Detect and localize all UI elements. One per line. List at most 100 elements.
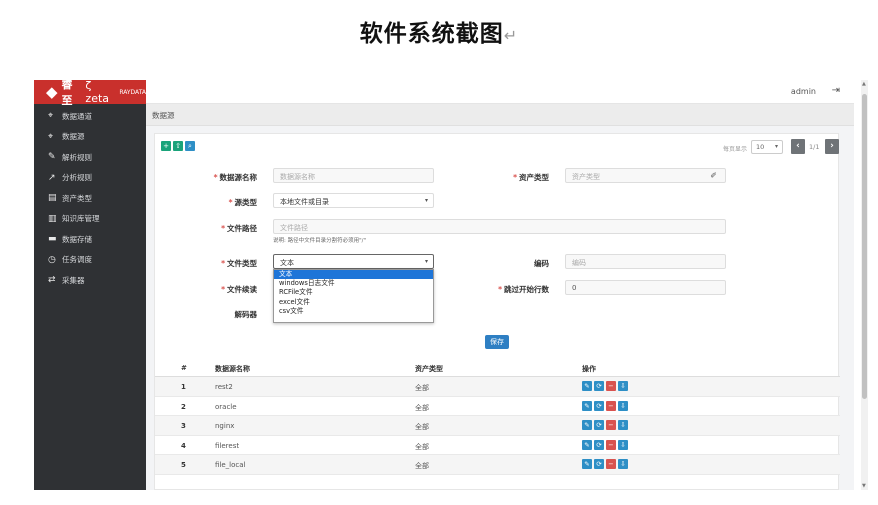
table-row: 4 filerest 全部 ✎ ⟳ − ⇩ [155,436,840,455]
dropdown-option-windows-log[interactable]: windows日志文件 [274,279,433,288]
delete-icon[interactable]: − [606,459,616,469]
row-asset-type: 全部 [415,462,429,470]
delete-icon[interactable]: − [606,439,616,450]
eraser-icon[interactable]: ✐ [710,171,717,180]
scroll-up-icon[interactable]: ▲ [862,81,866,87]
dropdown-option-text[interactable]: 文本 [274,270,433,280]
sidebar: ◆ 睿至 ζ zeta RAYDATA ⌖ 数据通道 ⌖ 数据源 ✎ 解析规则 ↗ 分析… [34,80,146,490]
row-index: 4 [181,441,186,450]
sidebar-item-task-scheduling[interactable]: ◷ 任务调度 [34,250,146,271]
scroll-down-icon[interactable]: ▼ [862,483,866,489]
breadcrumb: 数据源 [152,111,175,120]
next-page-button[interactable]: › [825,139,839,154]
search-button[interactable]: ⌕ [185,141,195,151]
sidebar-item-analysis-rules[interactable]: ↗ 分析规则 [34,168,146,189]
file-type-dropdown: 文本 windows日志文件 RCFile文件 excel文件 csv文件 [273,269,434,323]
row-index: 3 [181,422,186,430]
row-asset-type: 全部 [415,403,429,412]
skip-lines-label: * 跳过开始行数 [498,285,549,294]
sidebar-item-asset-types[interactable]: ▤ 资产类型 [34,188,146,209]
scroll-thumb[interactable] [862,94,867,399]
document-title: 软件系统截图↵ [0,14,878,48]
dropdown-option-rcfile[interactable]: RCFile文件 [274,288,433,297]
refresh-icon[interactable]: ⟳ [594,420,604,430]
prev-page-button[interactable]: ‹ [791,139,805,154]
caret-down-icon: ▾ [424,258,428,265]
row-actions: ✎ ⟳ − ⇩ [582,439,628,450]
vertical-scrollbar[interactable]: ▲ ▼ [861,80,868,490]
skip-lines-input[interactable]: 0 [565,280,726,295]
row-asset-type: 全部 [415,423,429,431]
refresh-icon[interactable]: ⟳ [594,400,604,411]
table-row: 2 oracle 全部 ✎ ⟳ − ⇩ [155,397,840,416]
logo-brand: 睿至 [61,80,73,107]
delete-icon[interactable]: − [606,420,616,430]
user-menu[interactable]: admin [791,87,816,96]
row-asset-type: 全部 [415,384,429,392]
sidebar-item-collector[interactable]: ⇄ 采集器 [34,270,146,291]
file-continue-read-label: * 文件续读 [221,285,257,294]
delete-icon[interactable]: − [606,381,616,391]
column-header-actions: 操作 [582,365,596,373]
column-header-index: # [181,364,187,372]
edit-icon[interactable]: ✎ [582,381,592,391]
refresh-icon[interactable]: ⟳ [594,459,604,469]
file-type-select[interactable]: 文本 ▾ [273,254,434,269]
download-icon[interactable]: ⇩ [618,459,628,469]
caret-down-icon: ▾ [774,143,778,150]
sidebar-item-knowledge-base[interactable]: ▥ 知识库管理 [34,209,146,230]
file-path-input[interactable]: 文件路径 [273,219,726,234]
upload-button[interactable]: ⇧ [173,141,183,151]
sidebar-item-label: 数据通道 [62,111,92,121]
row-name: file_local [215,461,246,469]
row-name: filerest [215,441,240,450]
row-index: 2 [181,402,186,411]
page-size-label: 每页显示 [723,146,748,153]
sidebar-item-data-source[interactable]: ⌖ 数据源 [34,127,146,148]
sidebar-nav: ⌖ 数据通道 ⌖ 数据源 ✎ 解析规则 ↗ 分析规则 ▤ 资产类型 ▥ 知识库管理 ▬ 数据存… [34,104,146,291]
sidebar-item-data-channel[interactable]: ⌖ 数据通道 [34,106,146,127]
sidebar-item-label: 分析规则 [62,173,92,183]
dropdown-option-csv[interactable]: csv文件 [274,307,433,316]
content-panel: + ⇧ ⌕ 每页显示 10 ▾ ‹ 1/1 › * 数据源名称 数据源名称 * 资产类… [154,133,840,490]
row-asset-type: 全部 [415,442,429,451]
logout-icon[interactable]: ⇥ [832,85,840,96]
asset-type-input[interactable]: 资产类型 ✐ [565,168,726,183]
row-actions: ✎ ⟳ − ⇩ [582,459,628,469]
wand-icon: ↗ [48,172,56,183]
save-button[interactable]: 保存 [485,335,509,349]
row-name: nginx [215,422,235,430]
sidebar-item-label: 数据源 [62,132,85,142]
sidebar-item-data-storage[interactable]: ▬ 数据存储 [34,229,146,250]
name-input[interactable]: 数据源名称 [273,168,434,183]
page-size-value: 10 [756,143,765,151]
top-bar: admin ⇥ [146,80,854,104]
breadcrumb-bar: 数据源 [146,104,854,126]
storage-icon: ▬ [48,234,57,245]
encoding-input[interactable]: 编码 [565,254,726,269]
sidebar-item-label: 知识库管理 [62,214,100,224]
download-icon[interactable]: ⇩ [618,400,628,411]
page-size-select[interactable]: 10 ▾ [751,140,783,154]
edit-icon[interactable]: ✎ [582,439,592,450]
row-index: 1 [181,383,186,391]
row-name: rest2 [215,383,233,391]
add-button[interactable]: + [161,141,171,151]
refresh-icon[interactable]: ⟳ [594,381,604,391]
file-type-label: * 文件类型 [221,259,257,268]
download-icon[interactable]: ⇩ [618,439,628,450]
name-label: * 数据源名称 [213,173,257,182]
sidebar-item-parse-rules[interactable]: ✎ 解析规则 [34,147,146,168]
source-type-select[interactable]: 本地文件或目录 ▾ [273,193,434,208]
download-icon[interactable]: ⇩ [618,381,628,391]
download-icon[interactable]: ⇩ [618,420,628,430]
edit-icon[interactable]: ✎ [582,459,592,469]
logo[interactable]: ◆ 睿至 ζ zeta RAYDATA [34,80,146,107]
delete-icon[interactable]: − [606,400,616,411]
table-row: 5 file_local 全部 ✎ ⟳ − ⇩ [155,455,840,475]
decoder-label: 解码器 [234,310,258,319]
edit-icon[interactable]: ✎ [582,420,592,430]
dropdown-option-excel[interactable]: excel文件 [274,298,433,307]
refresh-icon[interactable]: ⟳ [594,439,604,450]
edit-icon[interactable]: ✎ [582,400,592,411]
